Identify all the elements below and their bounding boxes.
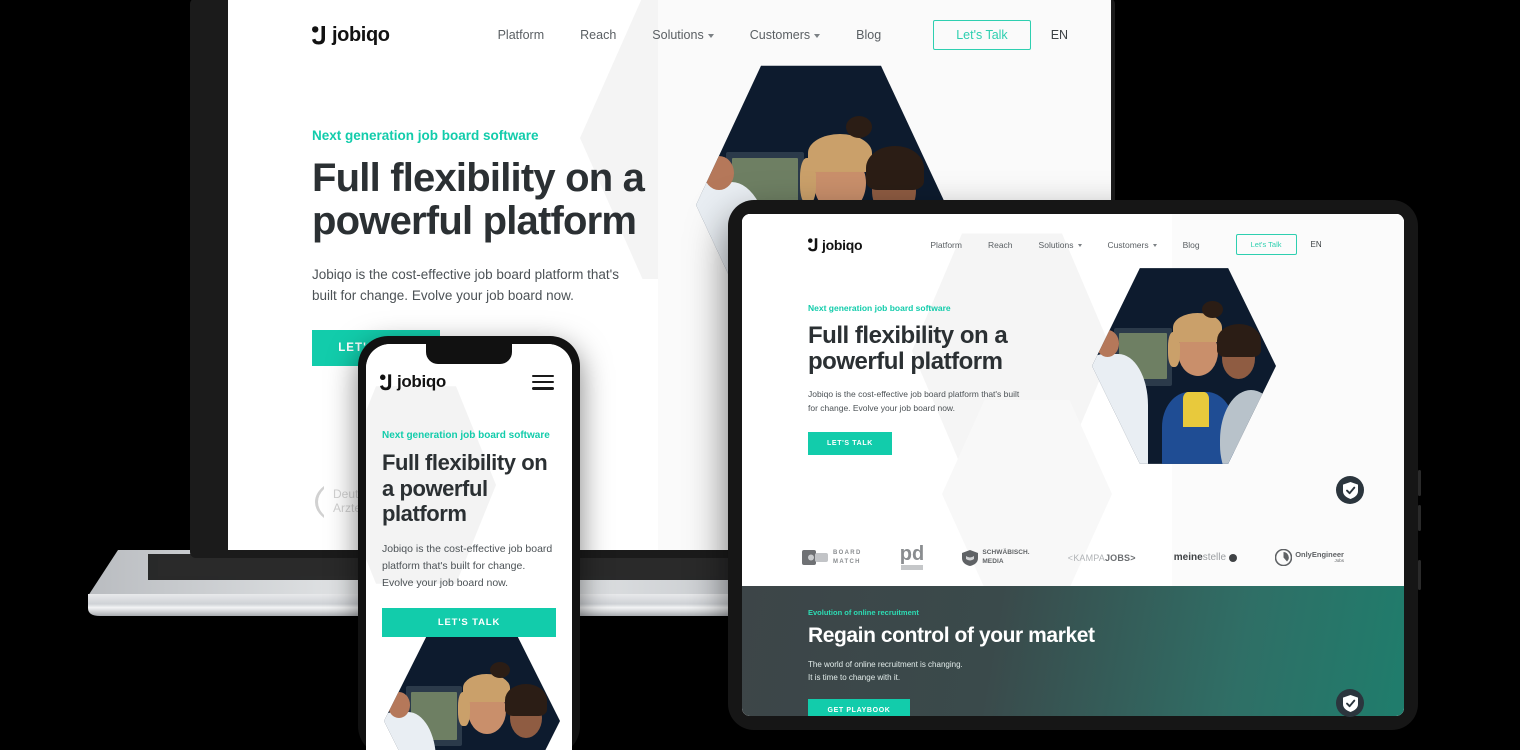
mockup-stage: jobiqo Platform Reach Solutions Customer… [0,0,1520,750]
hero-subcopy: Jobiqo is the cost-effective job board p… [382,542,553,589]
nav-item-platform[interactable]: Platform [498,28,545,42]
hero-headline: Full flexibility on a powerful platform [382,450,556,527]
logo[interactable]: jobiqo [808,236,863,253]
logo-mark-icon [808,237,818,252]
tablet-button-volume-up[interactable] [1418,470,1421,496]
logo-text: jobiqo [397,372,446,391]
nav-item-solutions[interactable]: Solutions [1039,240,1082,250]
tablet-nav-links: Platform Reach Solutions Customers Blog [930,240,1199,250]
desktop-nav-links: Platform Reach Solutions Customers Blog [498,28,882,42]
hero-headline-line-2: a powerful [382,475,488,501]
tablet-button-volume-down[interactable] [1418,505,1421,531]
logo-mark-icon [380,373,392,391]
hero-eyebrow: Next generation job board software [808,303,951,313]
band-copy-line-1: The world of online recruitment is chang… [808,660,963,669]
mobile-page: jobiqo Next generation job board softwar… [366,344,572,750]
nav-item-blog[interactable]: Blog [1183,240,1200,250]
client-logo-meinestelle: meine stelle [1174,552,1238,563]
meinestelle-dot-icon [1229,553,1238,562]
hero-eyebrow: Next generation job board software [382,430,550,441]
nav-item-solutions[interactable]: Solutions [652,28,714,42]
tablet-device: jobiqo Platform Reach Solutions Customer… [728,200,1421,730]
band-copy-line-2: It is time to change with it. [808,672,901,682]
hero-headline-line-1: Full flexibility on [382,450,548,475]
mobile-device: jobiqo Next generation job board softwar… [358,336,580,750]
hero-headline-line-1: Full flexibility on a [312,156,645,200]
language-selector[interactable]: EN [1051,28,1068,42]
hero-headline-line-2: powerful platform [312,198,637,243]
desktop-navbar: jobiqo Platform Reach Solutions Customer… [228,0,1111,50]
chevron-down-icon [1152,243,1157,247]
chevron-down-icon [707,33,714,38]
hero-headline: Full flexibility on a powerful platform [808,323,1042,374]
hero-headline-line-3: platform [382,501,467,527]
client-logo-board-match: BOARD MATCH [802,549,862,567]
hero-headline-line-1: Full flexibility on a [808,322,1008,349]
shield-crest-icon [962,549,979,566]
band-heading: Regain control of your market [808,624,1095,647]
hero-cta-lets-talk[interactable]: LET'S TALK [808,431,892,455]
tablet-button-power[interactable] [1418,560,1421,590]
tablet-screen: jobiqo Platform Reach Solutions Customer… [742,214,1404,716]
shield-check-icon [1342,481,1358,499]
shield-check-icon [1342,694,1358,712]
trust-badge-bottom[interactable] [1336,689,1364,717]
nav-cta-lets-talk[interactable]: Let's Talk [1235,234,1297,255]
tablet-client-logos: BOARD MATCH pd SCHWÄBISCH. MEDIA <KAMPA … [742,544,1404,570]
band-eyebrow: Evolution of online recruitment [808,608,919,617]
chevron-down-icon [814,33,821,38]
nav-item-customers[interactable]: Customers [750,28,821,42]
hero-subcopy: Jobiqo is the cost-effective job board p… [312,266,619,303]
logo-mark-icon [312,25,326,45]
logo-text: jobiqo [332,23,390,46]
board-match-mark-icon [802,550,828,565]
client-logo-kampajobs: <KAMPA JOBS> [1067,552,1136,563]
client-logo-deutsches-arzteblatt: Deuts Arzte [312,485,364,519]
nav-item-blog[interactable]: Blog [856,28,881,42]
hero-eyebrow: Next generation job board software [312,128,539,143]
nav-cta-lets-talk[interactable]: Let's Talk [933,20,1031,50]
mobile-screen: jobiqo Next generation job board softwar… [366,344,572,750]
client-logo-onlyengineer: OnlyEngineer Jobs [1275,549,1344,566]
client-logo-pd: pd [900,544,924,570]
chevron-down-icon [1077,243,1082,247]
hamburger-menu-icon[interactable] [532,374,554,390]
tablet-page: jobiqo Platform Reach Solutions Customer… [742,214,1404,716]
onlyengineer-mark-icon [1275,549,1293,566]
hero-cta-lets-talk[interactable]: LET'S TALK [382,607,556,637]
band-cta-get-playbook[interactable]: GET PLAYBOOK [808,698,910,716]
logo-text: jobiqo [822,236,863,253]
hero-image [384,629,560,750]
logo[interactable]: jobiqo [312,24,390,47]
pd-underbar [900,565,923,570]
nav-item-platform[interactable]: Platform [930,240,962,250]
client-logo-schwaebisch-media: SCHWÄBISCH. MEDIA [962,549,1030,566]
nav-item-reach[interactable]: Reach [988,240,1013,250]
phone-notch [426,344,512,364]
hero-subcopy: Jobiqo is the cost-effective job board p… [808,389,1020,413]
tablet-navbar: jobiqo Platform Reach Solutions Customer… [742,214,1404,255]
logo[interactable]: jobiqo [380,372,446,392]
language-selector[interactable]: EN [1311,240,1322,249]
nav-item-reach[interactable]: Reach [580,28,616,42]
trust-badge-top[interactable] [1336,476,1364,504]
hero-headline-line-2: powerful platform [808,347,1003,375]
nav-item-customers[interactable]: Customers [1108,240,1157,250]
bracket-icon [315,486,324,518]
hero-headline: Full flexibility on a powerful platform [312,157,648,243]
regain-control-section: Evolution of online recruitment Regain c… [742,586,1404,716]
